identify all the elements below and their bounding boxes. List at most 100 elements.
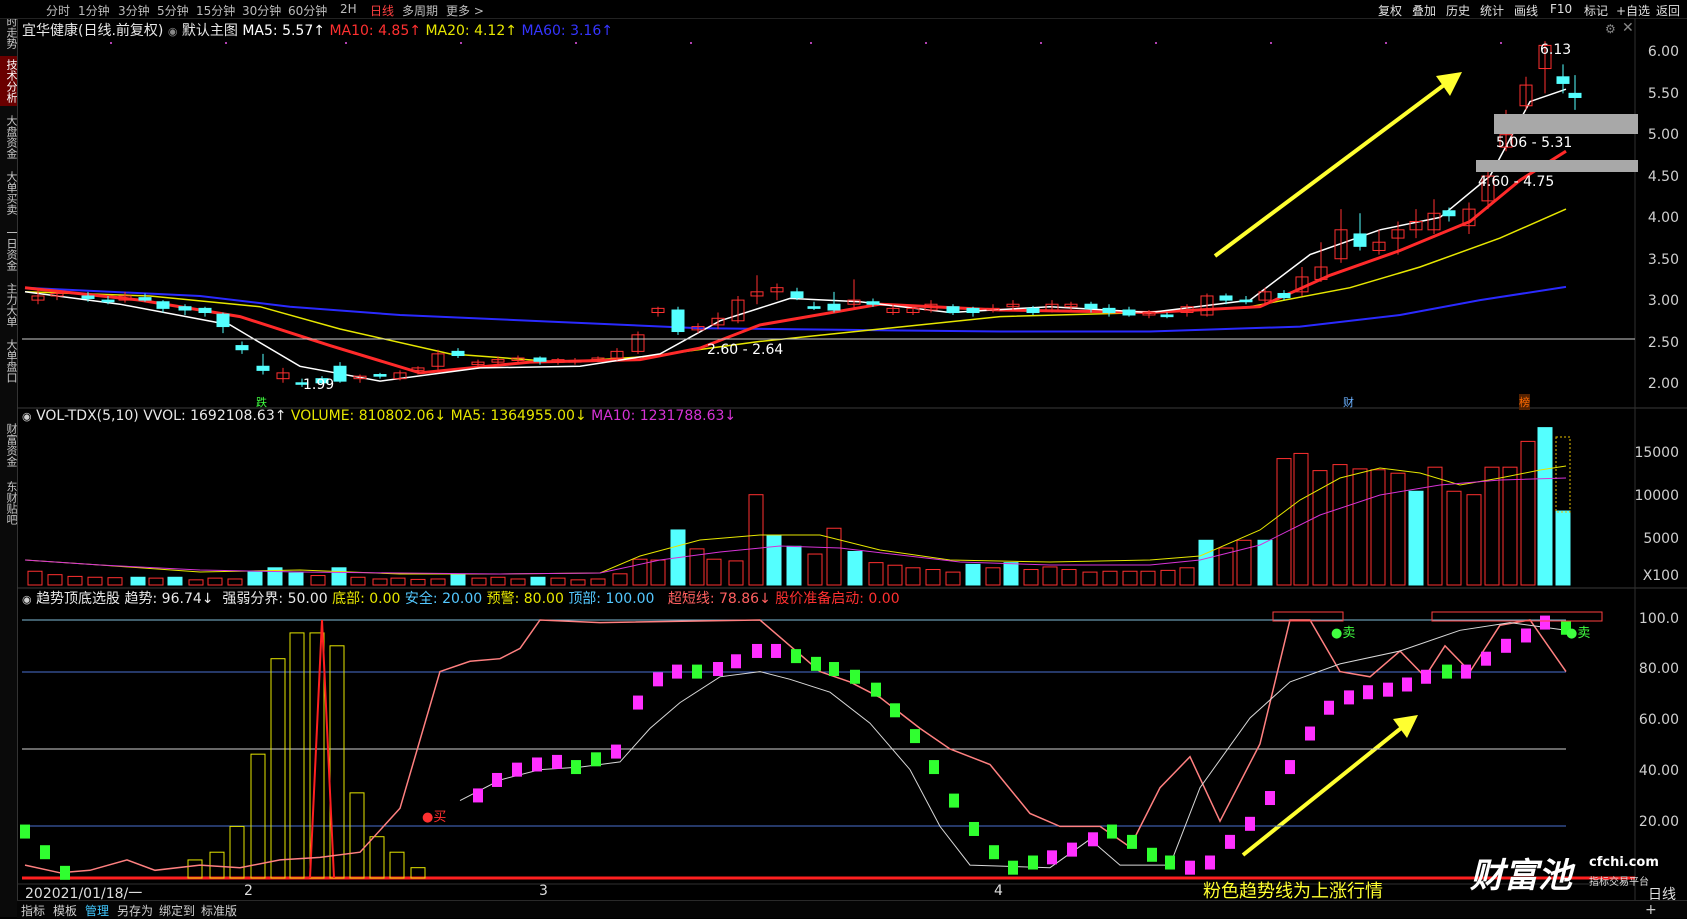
trend-block	[1363, 685, 1373, 700]
save-as-button[interactable]: 另存为	[117, 902, 153, 919]
volume-bar	[1140, 570, 1156, 586]
volume-bar	[47, 574, 63, 586]
volume-bar	[430, 578, 446, 586]
volume-bar	[1061, 569, 1077, 586]
volume-bar	[847, 550, 863, 586]
volume-bar	[1446, 490, 1462, 586]
trend-block	[1442, 664, 1452, 679]
fall-marker[interactable]: 跌	[256, 394, 267, 410]
watermark: 财富池	[1470, 848, 1572, 897]
trend-block	[1028, 855, 1038, 870]
indicator-button[interactable]: 指标	[21, 902, 45, 919]
trend-block	[871, 682, 881, 697]
volume-bar	[887, 564, 903, 586]
volume-bar	[1042, 566, 1058, 586]
candle-body	[1277, 292, 1291, 299]
trend-block	[1305, 726, 1315, 741]
bind-to-button[interactable]: 绑定到	[159, 902, 195, 919]
candle-body	[1353, 233, 1367, 247]
candle-body	[1556, 76, 1570, 84]
indicator-arrow-icon	[1241, 715, 1418, 857]
candle-body	[81, 295, 95, 299]
trend-block	[1265, 791, 1275, 806]
standard-version-button[interactable]: 标准版	[201, 902, 237, 919]
trend-block	[1047, 850, 1057, 865]
short-bar	[209, 851, 225, 879]
trend-block	[989, 845, 999, 860]
bottom-toolbar: 指标 模板 管理 另存为 绑定到 标准版 +	[17, 900, 1687, 918]
trend-arrow-icon	[1213, 72, 1462, 258]
chart-canvas[interactable]	[0, 0, 1687, 917]
candle-body	[156, 301, 170, 309]
candle-body	[216, 313, 230, 328]
top-dot	[690, 42, 692, 44]
trend-block	[1147, 847, 1157, 862]
finance-marker[interactable]: 财	[1343, 394, 1354, 410]
short-bar	[229, 825, 245, 879]
top-dot	[1155, 42, 1157, 44]
volume-bar	[350, 576, 366, 586]
volume-bars	[27, 427, 1571, 586]
trend-block	[752, 643, 762, 658]
volume-bar	[310, 575, 326, 586]
trend-block	[1165, 855, 1175, 870]
trend-block	[1225, 834, 1235, 849]
trend-block	[731, 654, 741, 669]
volume-bar	[1179, 567, 1195, 586]
plus-icon[interactable]: +	[1645, 902, 1657, 918]
top-dot-markers	[110, 42, 1502, 44]
top-dot	[810, 42, 812, 44]
time-tick: 3	[539, 883, 548, 899]
list-marker[interactable]: 榜	[1519, 394, 1530, 410]
volume-bar	[728, 560, 744, 586]
top-dot	[1500, 42, 1502, 44]
volume-bar	[1370, 469, 1386, 586]
high-price-label: 6.13	[1540, 42, 1572, 58]
volume-bar	[1408, 490, 1424, 586]
candle-body	[1084, 303, 1098, 309]
trend-block	[60, 865, 70, 880]
template-button[interactable]: 模板	[53, 902, 77, 919]
trend-block	[653, 672, 663, 687]
gap-zone-upper	[1494, 114, 1638, 134]
volume-bar	[945, 571, 961, 586]
candle-body	[1239, 299, 1253, 303]
short-bar	[369, 836, 385, 879]
volume-bar	[1555, 510, 1571, 586]
trend-block	[40, 845, 50, 860]
trend-block	[791, 649, 801, 664]
gap-upper-label: 5.06 - 5.31	[1496, 135, 1573, 151]
volume-bar	[590, 578, 606, 586]
watermark-tagline: 指标交易平台	[1589, 877, 1649, 888]
volume-bar	[130, 576, 146, 586]
volume-bar	[450, 574, 466, 586]
manage-button[interactable]: 管理	[85, 902, 109, 919]
candle-body	[827, 303, 841, 311]
volume-bar	[1257, 539, 1273, 586]
trend-block	[1521, 628, 1531, 643]
trend-block	[552, 754, 562, 769]
top-dot	[110, 42, 112, 44]
top-dot	[345, 42, 347, 44]
volume-bar	[1537, 427, 1553, 586]
volume-bar	[188, 579, 204, 586]
trend-block	[850, 669, 860, 684]
volume-bar	[766, 535, 782, 586]
volume-bar	[1082, 571, 1098, 586]
trend-block	[1285, 760, 1295, 775]
trend-block	[929, 760, 939, 775]
candle-body	[946, 306, 960, 314]
candle-body	[807, 306, 821, 309]
sell-signal-label: 卖	[1342, 626, 1356, 641]
top-dot	[460, 42, 462, 44]
trend-block	[713, 662, 723, 677]
trend-block	[1421, 669, 1431, 684]
trend-block	[633, 695, 643, 710]
trend-block	[473, 788, 483, 803]
candle-body	[671, 309, 685, 333]
volume-bar	[925, 569, 941, 586]
watermark-site: cfchi.com	[1589, 855, 1659, 870]
candle-body	[1122, 309, 1136, 316]
volume-bar	[706, 558, 722, 586]
trend-block	[910, 729, 920, 744]
